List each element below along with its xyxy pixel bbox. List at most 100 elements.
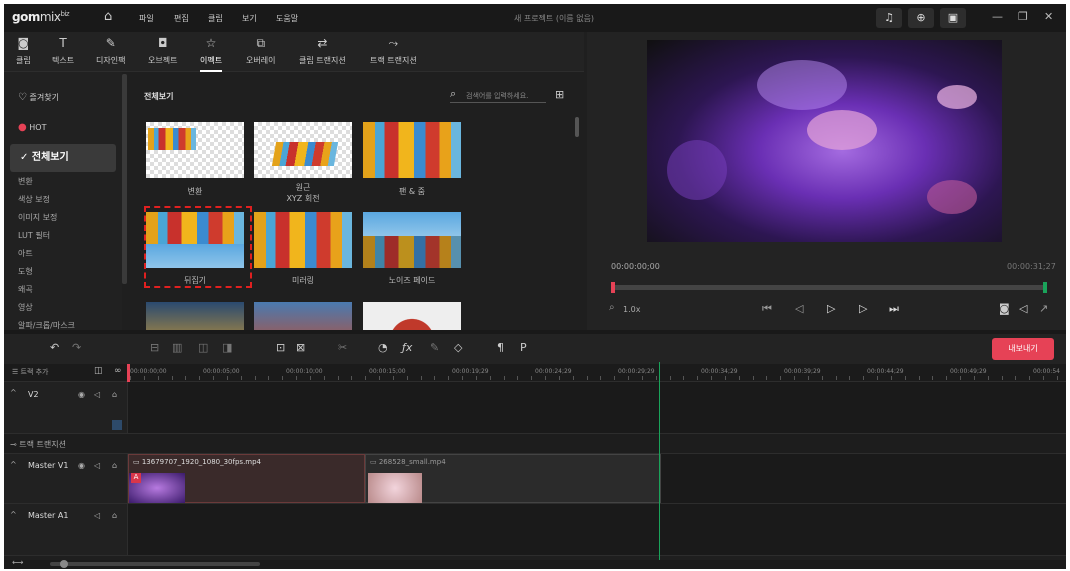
- crop-icon[interactable]: ⊡: [276, 341, 285, 354]
- popout-icon[interactable]: ↗: [1039, 302, 1048, 315]
- trim-left-icon[interactable]: ◫: [198, 341, 208, 354]
- trim-right-icon[interactable]: ◨: [222, 341, 232, 354]
- skip-start-icon[interactable]: ⏮: [762, 302, 772, 316]
- collapse-icon[interactable]: ^: [10, 510, 17, 519]
- pen-icon[interactable]: ✎: [430, 341, 439, 354]
- sidebar-item-transform[interactable]: 변환: [18, 176, 33, 187]
- search-input[interactable]: 검색어를 입력하세요.: [466, 91, 528, 101]
- sidebar-all[interactable]: ✓ 전체보기: [10, 144, 116, 172]
- eye-icon[interactable]: ◉: [78, 461, 85, 470]
- search-box[interactable]: ⌕ 검색어를 입력하세요.: [450, 87, 546, 103]
- tab-track-transition[interactable]: ⤳ 트랙 트랜지션: [370, 35, 417, 66]
- effect-thumb-row3-a[interactable]: [146, 302, 244, 330]
- collapse-icon[interactable]: ^: [10, 460, 17, 469]
- effect-label: 원근: [295, 183, 311, 192]
- volume-icon[interactable]: ◁: [1019, 302, 1027, 315]
- link-icon[interactable]: ∞: [114, 366, 122, 376]
- trim-icon[interactable]: ▥: [172, 341, 182, 354]
- sidebar-item-lut[interactable]: LUT 필터: [18, 230, 50, 241]
- resize-icon[interactable]: ⊠: [296, 341, 305, 354]
- ruler-tick: [434, 376, 436, 380]
- speaker-icon[interactable]: ◁: [94, 461, 100, 470]
- play-icon[interactable]: ▷: [827, 302, 835, 315]
- seek-handle[interactable]: [611, 282, 615, 293]
- tab-design-pack[interactable]: ✎ 디자인팩: [96, 35, 125, 66]
- sidebar-item-shape[interactable]: 도형: [18, 266, 33, 277]
- timeline-ruler[interactable]: ☰ 트랙 추가 ◫ ∞ 00:00:00;00 00:00:05;00 00:00:…: [4, 364, 1066, 382]
- redo-icon[interactable]: ↷: [72, 341, 81, 354]
- add-track[interactable]: ☰ 트랙 추가: [12, 367, 49, 377]
- effect-thumb-transform[interactable]: [146, 122, 244, 178]
- grid-scrollbar[interactable]: [575, 117, 579, 137]
- tab-clip-transition[interactable]: ⇄ 클립 트랜지션: [299, 35, 346, 66]
- ruler-time-label: 00:00:19;29: [452, 368, 489, 375]
- sidebar-hot[interactable]: ● HOT: [18, 122, 46, 133]
- undo-icon[interactable]: ↶: [50, 341, 59, 354]
- effect-thumb-mirror[interactable]: [254, 212, 352, 268]
- sidebar-item-art[interactable]: 아트: [18, 248, 33, 259]
- lock-icon[interactable]: ⌂: [112, 390, 117, 399]
- fit-icon[interactable]: ⟷: [12, 558, 23, 567]
- track-transition-row: ⊸ 트랙 트랜지션: [4, 434, 1066, 454]
- minimize-icon[interactable]: —: [992, 10, 1003, 23]
- eye-icon[interactable]: ◉: [78, 390, 85, 399]
- tab-text[interactable]: T 텍스트: [52, 35, 74, 66]
- preview-seekbar[interactable]: [611, 282, 1047, 293]
- split-icon[interactable]: ⊟: [150, 341, 159, 354]
- track-color-icon[interactable]: [112, 420, 122, 430]
- flag-icon[interactable]: P: [520, 341, 527, 354]
- home-icon[interactable]: ⌂: [104, 9, 112, 24]
- sidebar-item-video[interactable]: 영상: [18, 302, 33, 313]
- video-clip-2[interactable]: ▭ 268528_small.mp4: [365, 454, 661, 503]
- save-icon[interactable]: ▣: [940, 8, 966, 28]
- menu-file[interactable]: 파일: [139, 13, 154, 24]
- sidebar-item-distort[interactable]: 왜곡: [18, 284, 33, 295]
- tab-clip[interactable]: ◙ 클립: [16, 35, 31, 66]
- headset-icon[interactable]: ♫: [876, 8, 902, 28]
- skip-end-icon[interactable]: ⏭: [889, 302, 899, 316]
- effect-thumb-row3-c[interactable]: [363, 302, 461, 330]
- ruler-tick: [448, 376, 450, 380]
- next-frame-icon[interactable]: ▷: [859, 302, 867, 315]
- menu-view[interactable]: 보기: [242, 13, 257, 24]
- lock-icon[interactable]: ⌂: [112, 461, 117, 470]
- collapse-icon[interactable]: ^: [10, 388, 17, 397]
- sidebar-scrollbar[interactable]: [122, 74, 127, 284]
- menu-help[interactable]: 도움말: [276, 13, 298, 24]
- sidebar-item-image[interactable]: 이미지 보정: [18, 212, 57, 223]
- export-button[interactable]: 내보내기: [992, 338, 1054, 360]
- shield-icon[interactable]: ◇: [454, 341, 462, 354]
- sidebar-item-color[interactable]: 색상 보정: [18, 194, 50, 205]
- menu-edit[interactable]: 편집: [174, 13, 189, 24]
- ruler-tick: [669, 376, 671, 380]
- zoom-handle[interactable]: [60, 560, 68, 568]
- snap-icon[interactable]: ◫: [94, 366, 103, 376]
- tab-overlay[interactable]: ⧉ 오버레이: [246, 35, 275, 66]
- speed-icon[interactable]: ◔: [378, 341, 388, 354]
- speaker-icon[interactable]: ◁: [94, 511, 100, 520]
- video-clip-1[interactable]: ▭ 13679707_1920_1080_30fps.mp4 A: [128, 454, 365, 503]
- end-marker[interactable]: [1043, 282, 1047, 293]
- effect-thumb-row3-b[interactable]: [254, 302, 352, 330]
- speaker-icon[interactable]: ◁: [94, 390, 100, 399]
- effect-thumb-pan-zoom[interactable]: [363, 122, 461, 178]
- prev-frame-icon[interactable]: ◁: [795, 302, 803, 315]
- menu-clip[interactable]: 클립: [208, 13, 223, 24]
- marker-icon[interactable]: ¶: [497, 341, 504, 354]
- lock-icon[interactable]: ⌂: [112, 511, 117, 520]
- effect-thumb-perspective[interactable]: [254, 122, 352, 178]
- tab-object[interactable]: ◘ 오브젝트: [148, 35, 177, 66]
- zoom-slider[interactable]: [50, 562, 260, 566]
- cut-icon[interactable]: ✂: [338, 341, 347, 354]
- sidebar-favorites[interactable]: ♡ 즐겨찾기: [18, 92, 59, 103]
- snapshot-icon[interactable]: ◙: [999, 302, 1010, 315]
- effect-thumb-noise-fade[interactable]: [363, 212, 461, 268]
- close-icon[interactable]: ✕: [1044, 10, 1053, 23]
- track-transition-label[interactable]: ⊸ 트랙 트랜지션: [10, 439, 66, 450]
- download-icon[interactable]: ⊕: [908, 8, 934, 28]
- fx-icon[interactable]: ƒx: [402, 341, 412, 354]
- tab-effect[interactable]: ☆ 이펙트: [200, 35, 223, 72]
- restore-icon[interactable]: ❐: [1018, 10, 1028, 23]
- grid-view-icon[interactable]: ⊞: [555, 88, 564, 101]
- zoom-icon[interactable]: ⌕: [609, 302, 615, 313]
